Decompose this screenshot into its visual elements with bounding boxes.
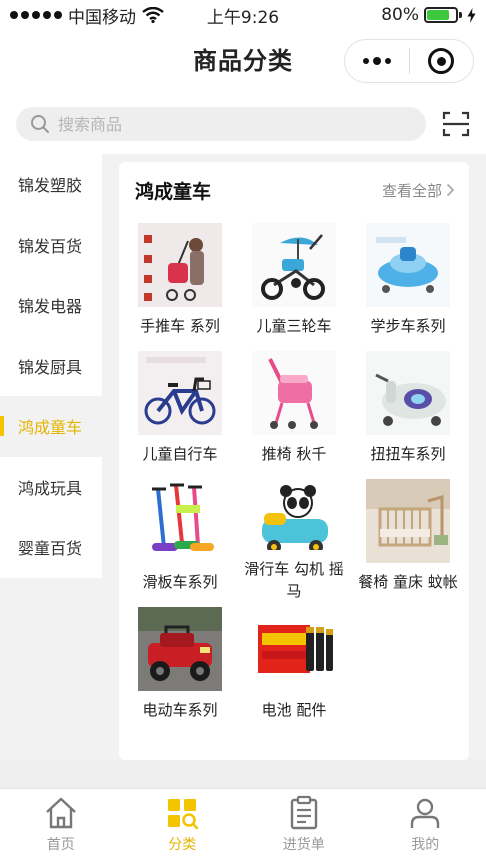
tab-label: 我的 (411, 837, 440, 853)
battery-cap (459, 12, 462, 18)
battery-pack-icon (252, 607, 336, 691)
sidebar-item-baby-goods[interactable]: 婴童百货 (0, 517, 102, 578)
sidebar-item-jinfa-plastic[interactable]: 锦发塑胶 (0, 154, 102, 215)
sidebar-item-jinfa-appliances[interactable]: 锦发电器 (0, 275, 102, 336)
tricycle-icon (252, 223, 336, 307)
product-label: 餐椅 童床 蚊帐 (358, 573, 458, 591)
status-bar: 中国移动 上午9:26 80% (0, 0, 486, 30)
card-header: 鸿成童车 查看全部 (119, 162, 469, 218)
tab-label: 进货单 (282, 837, 325, 853)
tab-home[interactable]: 首页 (0, 789, 122, 862)
more-dot-icon (372, 57, 381, 65)
status-left: 中国移动 (10, 3, 164, 28)
product-item-bicycle[interactable]: 儿童自行车 (123, 346, 237, 474)
product-item-tricycle[interactable]: 儿童三轮车 (237, 218, 351, 346)
status-right: 80% (381, 5, 476, 25)
sidebar-item-label: 锦发塑胶 (18, 176, 83, 196)
tab-profile[interactable]: 我的 (365, 789, 486, 862)
chevron-right-icon (446, 183, 455, 197)
scooter-icon (138, 479, 222, 563)
target-icon (428, 48, 455, 74)
product-label: 手推车 系列 (140, 317, 220, 335)
bicycle-icon (138, 351, 222, 435)
miniprogram-capsule (344, 39, 474, 83)
battery-fill (427, 10, 450, 20)
category-content-card: 鸿成童车 查看全部 手推车 系列 儿童三轮车 学步车系列 儿童自行车 推椅 秋千… (119, 162, 469, 760)
sidebar-item-label: 锦发电器 (18, 297, 83, 317)
crib-icon (366, 479, 450, 563)
product-item-scooter[interactable]: 滑板车系列 (123, 474, 237, 602)
product-item-battery-pack[interactable]: 电池 配件 (237, 602, 351, 730)
product-item-walker[interactable]: 学步车系列 (351, 218, 465, 346)
tab-category[interactable]: 分类 (122, 789, 244, 862)
sidebar-item-jinfa-general[interactable]: 锦发百货 (0, 214, 102, 275)
product-item-crib[interactable]: 餐椅 童床 蚊帐 (351, 474, 465, 602)
product-label: 滑板车系列 (142, 573, 218, 591)
search-icon (31, 115, 49, 133)
carrier-name: 中国移动 (68, 7, 136, 28)
view-all-link[interactable]: 查看全部 (382, 180, 455, 201)
walker-icon (366, 223, 450, 307)
sidebar-item-jinfa-kitchenware[interactable]: 锦发厨具 (0, 335, 102, 396)
product-label: 电动车系列 (142, 701, 218, 719)
sidebar-item-label: 婴童百货 (18, 539, 83, 559)
home-icon (45, 797, 76, 829)
category-sidebar: 锦发塑胶 锦发百货 锦发电器 锦发厨具 鸿成童车 鸿成玩具 婴童百货 (0, 154, 102, 578)
close-miniprogram-button[interactable] (410, 40, 474, 82)
battery-percent: 80% (381, 5, 419, 25)
product-grid: 手推车 系列 儿童三轮车 学步车系列 儿童自行车 推椅 秋千 扭扭车系列 滑板车… (119, 218, 469, 730)
search-box[interactable] (16, 107, 426, 141)
product-item-push-chair[interactable]: 推椅 秋千 (237, 346, 351, 474)
electric-car-icon (138, 607, 222, 691)
page-bottom-gap (0, 760, 486, 788)
product-label: 电池 配件 (261, 701, 327, 719)
order-list-icon (290, 795, 317, 830)
product-item-electric-car[interactable]: 电动车系列 (123, 602, 237, 730)
bottom-tab-bar: 首页 分类 进货单 我的 (0, 788, 486, 862)
more-dot-icon (362, 58, 369, 64)
push-chair-icon (252, 351, 336, 435)
product-label: 滑行车 勾机 摇马 (244, 560, 344, 600)
sidebar-item-hongcheng-kids-vehicles[interactable]: 鸿成童车 (0, 396, 102, 457)
sidebar-item-label: 锦发厨具 (18, 357, 83, 377)
sidebar-item-hongcheng-toys[interactable]: 鸿成玩具 (0, 456, 102, 517)
product-label: 学步车系列 (370, 317, 446, 335)
search-row (0, 92, 486, 154)
stroller-icon (138, 223, 222, 307)
product-item-ride-on-toy[interactable]: 滑行车 勾机 摇马 (237, 474, 351, 602)
wifi-icon (142, 7, 164, 23)
swing-car-icon (366, 351, 450, 435)
sidebar-item-label: 鸿成玩具 (18, 478, 83, 498)
sidebar-item-label: 锦发百货 (18, 236, 83, 256)
nav-bar: 商品分类 (0, 30, 486, 92)
product-label: 儿童自行车 (142, 445, 218, 463)
tab-label: 分类 (168, 837, 197, 853)
sidebar-item-label: 鸿成童车 (18, 418, 83, 438)
charging-icon (467, 7, 476, 23)
search-input[interactable] (58, 114, 388, 134)
scan-icon[interactable] (442, 110, 470, 138)
view-all-label: 查看全部 (381, 181, 442, 200)
ride-on-toy-icon (252, 479, 336, 550)
product-item-swing-car[interactable]: 扭扭车系列 (351, 346, 465, 474)
category-icon (168, 799, 199, 830)
more-dot-icon (384, 58, 391, 64)
product-label: 扭扭车系列 (370, 445, 446, 463)
product-item-stroller[interactable]: 手推车 系列 (123, 218, 237, 346)
more-menu-button[interactable] (345, 40, 409, 82)
product-label: 推椅 秋千 (261, 445, 327, 463)
category-title: 鸿成童车 (135, 180, 212, 203)
signal-icon (10, 11, 62, 19)
tab-label: 首页 (46, 837, 75, 853)
product-label: 儿童三轮车 (256, 317, 332, 335)
battery-icon (424, 7, 458, 23)
profile-icon (411, 798, 440, 828)
tab-order-list[interactable]: 进货单 (243, 789, 365, 862)
